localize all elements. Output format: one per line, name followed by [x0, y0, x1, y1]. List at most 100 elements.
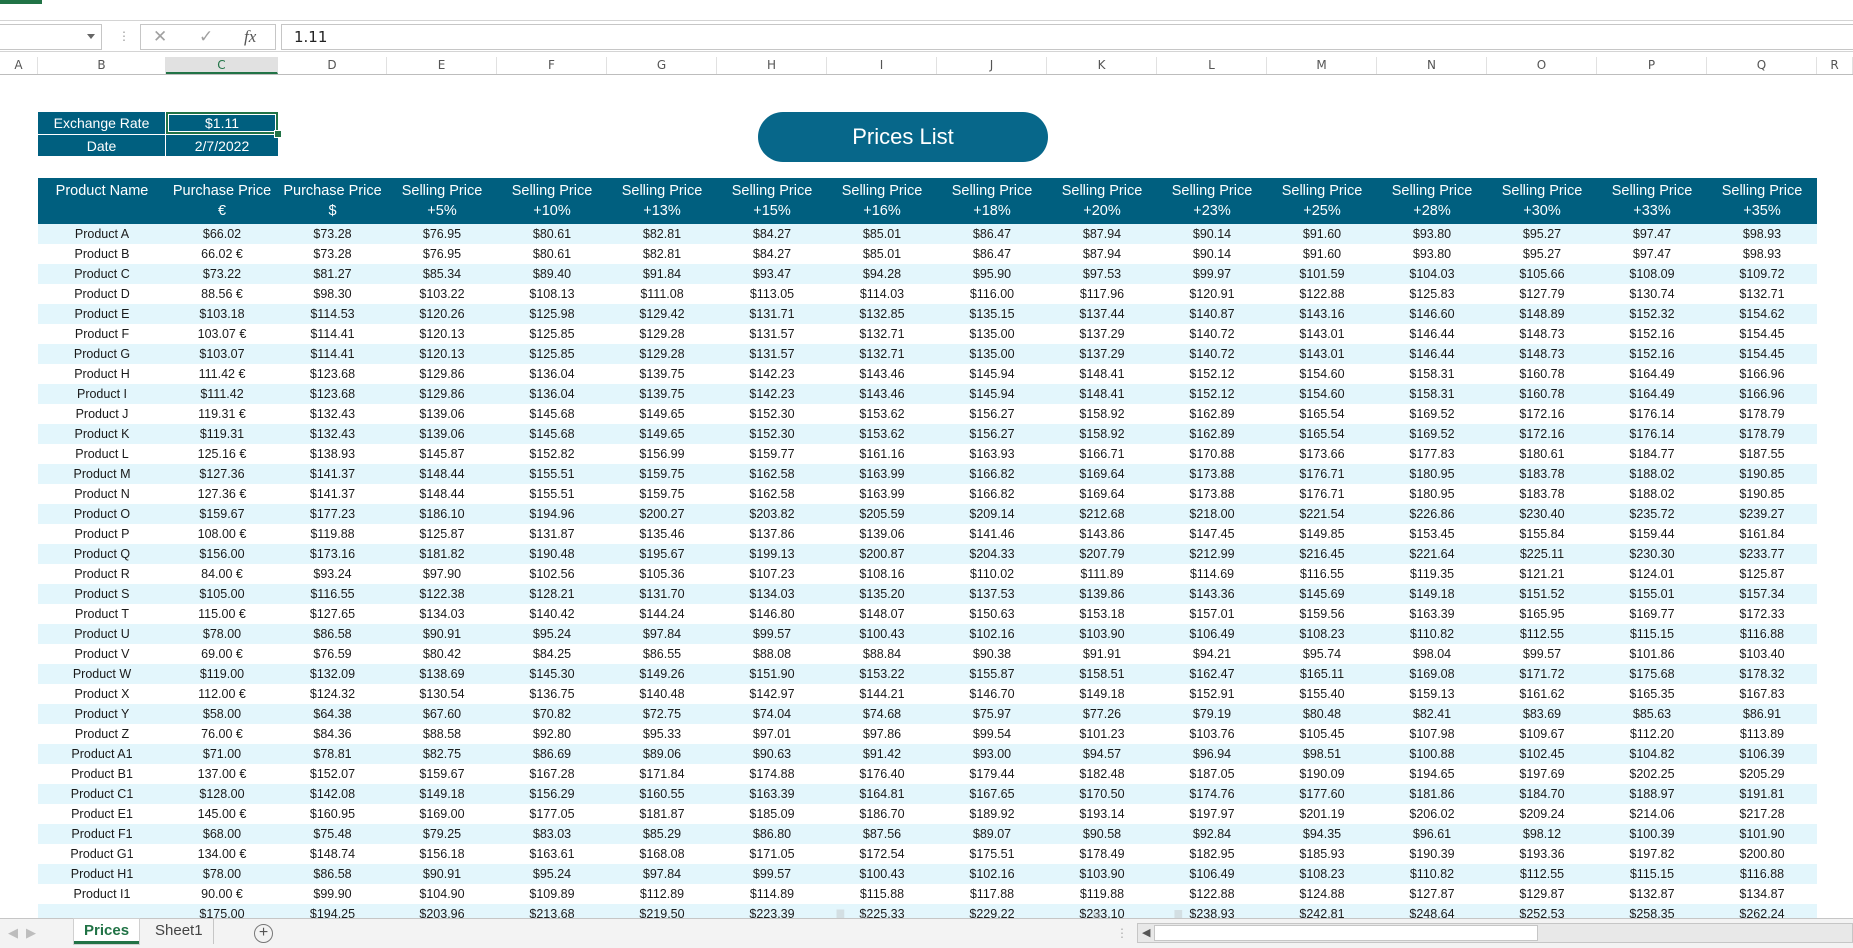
price-cell[interactable]: $117.96: [1047, 284, 1157, 304]
price-cell[interactable]: $178.49: [1047, 844, 1157, 864]
price-cell[interactable]: $188.02: [1597, 484, 1707, 504]
price-cell[interactable]: $125.85: [497, 344, 607, 364]
price-cell[interactable]: $131.70: [607, 584, 717, 604]
column-heading[interactable]: Selling Price +10%: [497, 178, 607, 224]
price-cell[interactable]: $165.54: [1267, 424, 1377, 444]
price-cell[interactable]: $164.49: [1597, 364, 1707, 384]
price-cell[interactable]: $105.00: [166, 584, 278, 604]
price-cell[interactable]: $98.93: [1707, 224, 1817, 244]
price-cell[interactable]: $181.87: [607, 804, 717, 824]
price-cell[interactable]: $101.86: [1597, 644, 1707, 664]
price-cell[interactable]: $101.23: [1047, 724, 1157, 744]
price-cell[interactable]: $78.00: [166, 864, 278, 884]
price-cell[interactable]: $189.92: [937, 804, 1047, 824]
price-cell[interactable]: $148.89: [1487, 304, 1597, 324]
price-cell[interactable]: $171.05: [717, 844, 827, 864]
price-cell[interactable]: $80.61: [497, 244, 607, 264]
price-cell[interactable]: $102.56: [497, 564, 607, 584]
product-name-cell[interactable]: Product C1: [38, 784, 166, 804]
price-cell[interactable]: $102.45: [1487, 744, 1597, 764]
price-cell[interactable]: $159.13: [1377, 684, 1487, 704]
column-header-n[interactable]: N: [1377, 57, 1487, 74]
price-cell[interactable]: $176.40: [827, 764, 937, 784]
price-cell[interactable]: $195.67: [607, 544, 717, 564]
price-cell[interactable]: $103.22: [387, 284, 497, 304]
price-cell[interactable]: $82.75: [387, 744, 497, 764]
column-header-g[interactable]: G: [607, 57, 717, 74]
price-cell[interactable]: $151.90: [717, 664, 827, 684]
grip-icon[interactable]: ⋮: [1116, 926, 1128, 940]
column-header-j[interactable]: J: [937, 57, 1047, 74]
price-cell[interactable]: $92.80: [497, 724, 607, 744]
price-cell[interactable]: $161.16: [827, 444, 937, 464]
price-cell[interactable]: $209.24: [1487, 804, 1597, 824]
price-cell[interactable]: $94.21: [1157, 644, 1267, 664]
price-cell[interactable]: $100.43: [827, 624, 937, 644]
tab-scroll-right-icon[interactable]: ▶: [26, 925, 36, 941]
price-cell[interactable]: $103.90: [1047, 624, 1157, 644]
plus-circle-icon[interactable]: +: [254, 924, 273, 943]
price-cell[interactable]: $99.57: [1487, 644, 1597, 664]
price-cell[interactable]: $137.29: [1047, 324, 1157, 344]
price-cell[interactable]: 145.00 €: [166, 804, 278, 824]
price-cell[interactable]: $166.82: [937, 484, 1047, 504]
price-cell[interactable]: $219.50: [607, 904, 717, 918]
price-cell[interactable]: $108.16: [827, 564, 937, 584]
price-cell[interactable]: 137.00 €: [166, 764, 278, 784]
price-cell[interactable]: $99.97: [1157, 264, 1267, 284]
price-cell[interactable]: $203.96: [387, 904, 497, 918]
price-cell[interactable]: $95.24: [497, 864, 607, 884]
price-cell[interactable]: $95.27: [1487, 224, 1597, 244]
price-cell[interactable]: $169.64: [1047, 464, 1157, 484]
price-cell[interactable]: $180.95: [1377, 464, 1487, 484]
price-cell[interactable]: $188.02: [1597, 464, 1707, 484]
product-name-cell[interactable]: Product A: [38, 224, 166, 244]
column-heading[interactable]: Product Name: [38, 178, 166, 224]
price-cell[interactable]: $127.87: [1377, 884, 1487, 904]
price-cell[interactable]: $193.36: [1487, 844, 1597, 864]
price-cell[interactable]: $75.97: [937, 704, 1047, 724]
product-name-cell[interactable]: Product U: [38, 624, 166, 644]
column-header-h[interactable]: H: [717, 57, 827, 74]
product-name-cell[interactable]: Product A1: [38, 744, 166, 764]
price-cell[interactable]: $172.16: [1487, 404, 1597, 424]
price-cell[interactable]: $143.01: [1267, 324, 1377, 344]
column-header-a[interactable]: A: [0, 57, 38, 74]
price-cell[interactable]: $83.03: [497, 824, 607, 844]
price-cell[interactable]: $187.55: [1707, 444, 1817, 464]
price-cell[interactable]: $138.93: [278, 444, 387, 464]
price-cell[interactable]: $132.43: [278, 404, 387, 424]
price-cell[interactable]: $84.27: [717, 244, 827, 264]
price-cell[interactable]: $174.76: [1157, 784, 1267, 804]
price-cell[interactable]: $170.50: [1047, 784, 1157, 804]
price-cell[interactable]: $175.68: [1597, 664, 1707, 684]
price-cell[interactable]: $158.31: [1377, 364, 1487, 384]
price-cell[interactable]: $163.99: [827, 484, 937, 504]
price-cell[interactable]: $116.55: [278, 584, 387, 604]
chevron-down-icon[interactable]: [87, 34, 95, 39]
price-cell[interactable]: $181.82: [387, 544, 497, 564]
price-cell[interactable]: $152.32: [1597, 304, 1707, 324]
price-cell[interactable]: $98.30: [278, 284, 387, 304]
product-name-cell[interactable]: Product D: [38, 284, 166, 304]
price-cell[interactable]: $135.00: [937, 344, 1047, 364]
product-name-cell[interactable]: Product V: [38, 644, 166, 664]
price-cell[interactable]: $186.70: [827, 804, 937, 824]
price-cell[interactable]: $178.79: [1707, 424, 1817, 444]
price-cell[interactable]: $152.30: [717, 404, 827, 424]
price-cell[interactable]: $166.96: [1707, 364, 1817, 384]
price-cell[interactable]: $163.93: [937, 444, 1047, 464]
price-cell[interactable]: $112.20: [1597, 724, 1707, 744]
price-cell[interactable]: $97.47: [1597, 244, 1707, 264]
check-icon[interactable]: ✓: [199, 27, 213, 47]
price-cell[interactable]: $262.24: [1707, 904, 1817, 918]
price-cell[interactable]: $176.14: [1597, 404, 1707, 424]
price-cell[interactable]: $86.58: [278, 864, 387, 884]
price-cell[interactable]: $143.46: [827, 364, 937, 384]
price-cell[interactable]: $96.61: [1377, 824, 1487, 844]
price-cell[interactable]: $160.95: [278, 804, 387, 824]
product-name-cell[interactable]: Product J: [38, 404, 166, 424]
price-cell[interactable]: $206.02: [1377, 804, 1487, 824]
price-cell[interactable]: $135.15: [937, 304, 1047, 324]
price-cell[interactable]: $154.60: [1267, 364, 1377, 384]
